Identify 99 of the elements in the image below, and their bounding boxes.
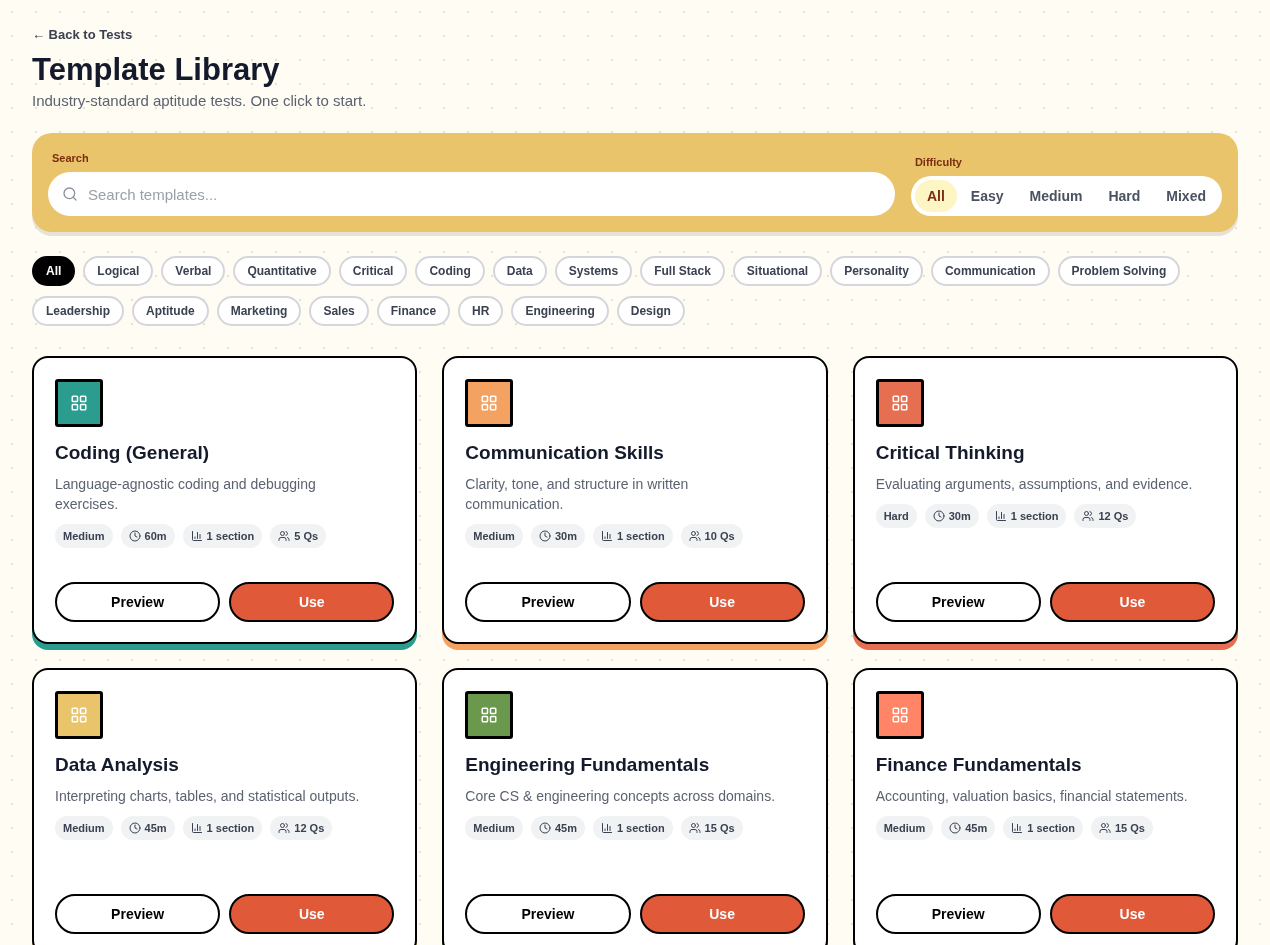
clock-icon xyxy=(128,821,141,834)
card-title: Engineering Fundamentals xyxy=(465,753,711,777)
use-button[interactable]: Use xyxy=(1049,582,1215,622)
back-link[interactable]: ← Back to Tests xyxy=(32,27,133,42)
difficulty-option[interactable]: Mixed xyxy=(1154,180,1218,212)
bar-chart-icon xyxy=(190,529,203,542)
category-chip[interactable]: Engineering xyxy=(511,296,609,326)
difficulty-option[interactable]: Easy xyxy=(958,180,1016,212)
search-icon xyxy=(62,186,78,202)
category-chip[interactable]: Critical xyxy=(338,256,408,286)
bar-chart-icon xyxy=(600,821,613,834)
category-chip[interactable]: Logical xyxy=(83,256,154,286)
use-button[interactable]: Use xyxy=(229,582,395,622)
use-button[interactable]: Use xyxy=(639,894,805,934)
meta-chip: 1 section xyxy=(1003,815,1083,840)
meta-chip: 12 Qs xyxy=(1074,503,1137,528)
category-chip[interactable]: HR xyxy=(458,296,504,326)
use-button[interactable]: Use xyxy=(1049,894,1215,934)
preview-button[interactable]: Preview xyxy=(465,582,631,622)
page-title: Template Library xyxy=(32,51,281,89)
preview-button[interactable]: Preview xyxy=(875,582,1041,622)
card-title: Data Analysis xyxy=(55,753,180,777)
difficulty-option[interactable]: Hard xyxy=(1096,180,1153,212)
difficulty-chip: Hard xyxy=(875,503,917,528)
use-button[interactable]: Use xyxy=(229,894,395,934)
clock-icon xyxy=(949,821,962,834)
people-icon xyxy=(1082,509,1095,522)
meta-chip: 45m xyxy=(530,815,585,840)
difficulty-option[interactable]: All xyxy=(914,180,957,212)
card-description: Accounting, valuation basics, financial statements. xyxy=(875,786,1189,806)
meta-chip: 10 Qs xyxy=(680,523,743,548)
meta-chip: 1 section xyxy=(592,523,673,548)
difficulty-label: Difficulty xyxy=(913,154,963,170)
meta-chip: 45m xyxy=(120,815,175,840)
clock-icon xyxy=(538,821,551,834)
meta-chip: 30m xyxy=(924,503,979,528)
search-field[interactable]: Search templates... xyxy=(48,172,895,216)
card-title: Communication Skills xyxy=(465,441,665,465)
category-chip[interactable]: Data xyxy=(492,256,547,286)
card-title: Coding (General) xyxy=(55,441,211,465)
preview-button[interactable]: Preview xyxy=(55,894,221,934)
card-description: Interpreting charts, tables, and statistical outputs. xyxy=(55,786,361,806)
meta-chip: 5 Qs xyxy=(270,523,327,548)
difficulty-chip: Medium xyxy=(875,815,934,840)
category-chip[interactable]: Verbal xyxy=(161,256,226,286)
people-icon xyxy=(688,529,701,542)
category-chip[interactable]: Personality xyxy=(830,256,923,286)
category-chip[interactable]: Full Stack xyxy=(640,256,725,286)
category-chip[interactable]: Leadership xyxy=(32,296,125,326)
card-title: Critical Thinking xyxy=(875,441,1026,465)
clock-icon xyxy=(128,529,141,542)
preview-button[interactable]: Preview xyxy=(465,894,631,934)
use-button[interactable]: Use xyxy=(639,582,805,622)
category-chip[interactable]: Quantitative xyxy=(233,256,331,286)
meta-chip: 12 Qs xyxy=(270,815,333,840)
search-label: Search xyxy=(51,150,90,166)
card-title: Finance Fundamentals xyxy=(875,753,1083,777)
difficulty-chip: Medium xyxy=(55,815,113,840)
category-chip[interactable]: Situational xyxy=(732,256,823,286)
difficulty-option[interactable]: Medium xyxy=(1017,180,1095,212)
category-chip[interactable]: Design xyxy=(616,296,685,326)
meta-chip: 1 section xyxy=(592,815,673,840)
bar-chart-icon xyxy=(1011,821,1024,834)
people-icon xyxy=(278,529,291,542)
preview-button[interactable]: Preview xyxy=(875,894,1041,934)
clock-icon xyxy=(538,529,551,542)
difficulty-chip: Medium xyxy=(465,815,523,840)
card-description: Core CS & engineering concepts across domains. xyxy=(465,786,777,806)
category-chip[interactable]: Sales xyxy=(309,296,369,326)
meta-chip: 45m xyxy=(941,815,996,840)
category-chip[interactable]: Coding xyxy=(415,256,485,286)
preview-button[interactable]: Preview xyxy=(55,582,221,622)
people-icon xyxy=(1098,821,1111,834)
people-icon xyxy=(688,821,701,834)
bar-chart-icon xyxy=(600,529,613,542)
meta-chip: 1 section xyxy=(182,815,263,840)
meta-chip: 1 section xyxy=(182,523,263,548)
category-chip[interactable]: All xyxy=(32,256,76,286)
category-chip[interactable]: Problem Solving xyxy=(1057,256,1181,286)
bar-chart-icon xyxy=(994,509,1007,522)
meta-chip: 1 section xyxy=(986,503,1067,528)
card-description: Language-agnostic coding and debugging exercises. xyxy=(55,474,317,514)
clock-icon xyxy=(932,509,945,522)
difficulty-chip: Medium xyxy=(55,523,113,548)
page-subtitle: Industry-standard aptitude tests. One click to start. xyxy=(32,91,368,111)
people-icon xyxy=(278,821,291,834)
difficulty-chip: Medium xyxy=(465,523,523,548)
meta-chip: 60m xyxy=(120,523,175,548)
card-description: Clarity, tone, and structure in written communication. xyxy=(465,474,690,514)
category-chip[interactable]: Systems xyxy=(554,256,633,286)
category-chip[interactable]: Finance xyxy=(376,296,451,326)
bar-chart-icon xyxy=(190,821,203,834)
meta-chip: 30m xyxy=(530,523,585,548)
category-chip[interactable]: Aptitude xyxy=(132,296,209,326)
category-chip[interactable]: Communication xyxy=(930,256,1050,286)
meta-chip: 15 Qs xyxy=(680,815,743,840)
meta-chip: 15 Qs xyxy=(1090,815,1153,840)
category-chip[interactable]: Marketing xyxy=(216,296,302,326)
card-description: Evaluating arguments, assumptions, and evidence. xyxy=(875,474,1194,494)
